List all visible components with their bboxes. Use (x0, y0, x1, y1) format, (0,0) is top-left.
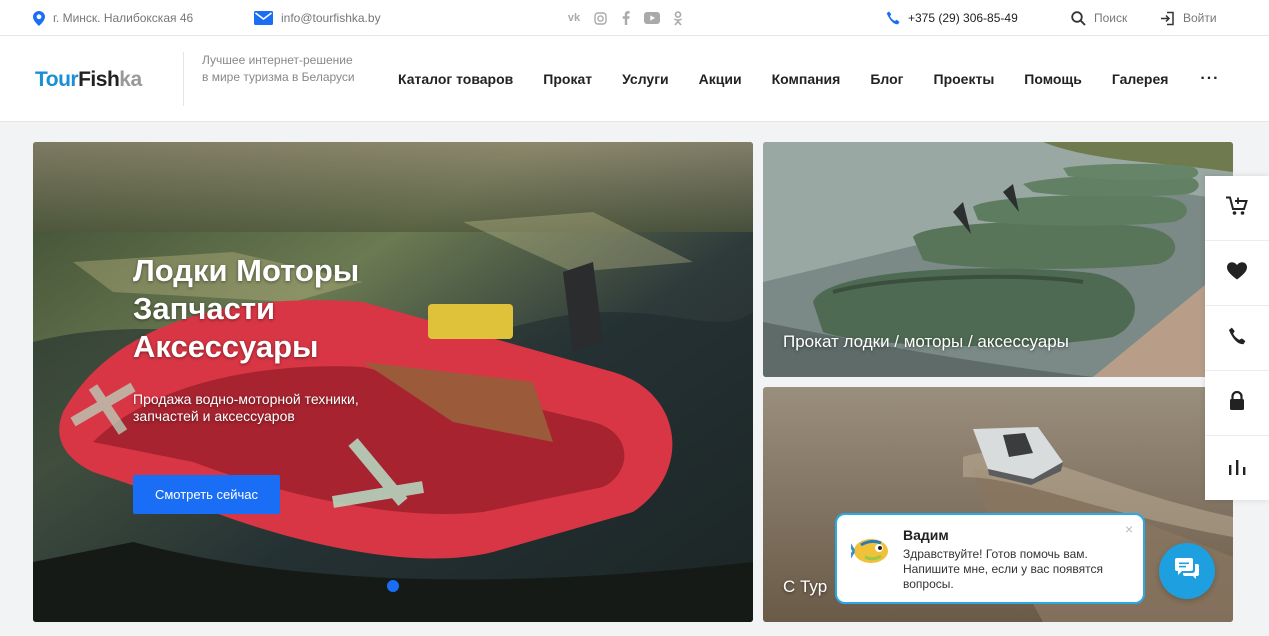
heart-icon (1227, 261, 1247, 285)
nav-company[interactable]: Компания (772, 71, 841, 87)
compare-button[interactable] (1205, 436, 1269, 501)
hero-title-line: Лодки Моторы (133, 253, 360, 288)
bar-chart-icon (1227, 457, 1247, 480)
social-links: vk (566, 0, 686, 36)
login-icon (1160, 11, 1175, 26)
slider-dot[interactable] (387, 580, 399, 592)
instagram-icon[interactable] (592, 10, 608, 26)
hero-title-line: Запчасти (133, 291, 276, 326)
logo-part-fish: Fish (78, 68, 120, 91)
odnoklassniki-icon[interactable] (670, 10, 686, 26)
chat-open-button[interactable] (1159, 543, 1215, 599)
address-text: г. Минск. Налибокская 46 (53, 11, 194, 25)
address[interactable]: г. Минск. Налибокская 46 (33, 0, 193, 36)
chat-avatar (847, 533, 891, 567)
tour-card-caption: С Тур (783, 577, 828, 596)
facebook-icon[interactable] (618, 10, 634, 26)
lock-icon (1229, 390, 1245, 416)
search-label: Поиск (1094, 11, 1128, 25)
youtube-icon[interactable] (644, 10, 660, 26)
nav-catalog[interactable]: Каталог товаров (398, 71, 513, 87)
login-label: Войти (1183, 11, 1217, 25)
nav-more-button[interactable]: ··· (1200, 70, 1219, 88)
top-bar: г. Минск. Налибокская 46 info@tourfishka… (0, 0, 1269, 36)
nav-gallery[interactable]: Галерея (1112, 71, 1169, 87)
hero-title-line: Аксессуары (133, 329, 319, 364)
nav-projects[interactable]: Проекты (934, 71, 995, 87)
chat-message: Здравствуйте! Готов помочь вам. Напишите… (903, 547, 1104, 591)
phone-link[interactable]: +375 (29) 306-85-49 (886, 0, 1018, 36)
header: TourFishka Лучшее интернет-решение в мир… (0, 36, 1269, 122)
chat-bubbles-icon (1174, 557, 1200, 585)
cart-icon (1226, 196, 1248, 221)
tagline: Лучшее интернет-решение в мире туризма в… (202, 53, 355, 84)
main-nav: Каталог товаров Прокат Услуги Акции Комп… (398, 36, 1219, 122)
chat-close-icon[interactable]: × (1125, 521, 1133, 537)
account-button[interactable] (1205, 371, 1269, 436)
logo[interactable]: TourFishka (35, 68, 142, 92)
phone-text: +375 (29) 306-85-49 (908, 11, 1018, 25)
nav-rental[interactable]: Прокат (543, 71, 592, 87)
side-panel (1205, 176, 1269, 500)
hero-title: Лодки Моторы Запчасти Аксессуары (133, 252, 359, 366)
call-button[interactable] (1205, 306, 1269, 371)
email-text: info@tourfishka.by (281, 11, 381, 25)
mail-icon (254, 11, 273, 25)
logo-part-ka: ka (119, 68, 142, 91)
login-button[interactable]: Войти (1160, 0, 1217, 36)
location-pin-icon (33, 10, 45, 26)
phone-icon (886, 11, 900, 25)
nav-promotions[interactable]: Акции (699, 71, 742, 87)
nav-blog[interactable]: Блог (870, 71, 903, 87)
rental-card-caption: Прокат лодки / моторы / аксессуары (783, 332, 1069, 351)
cart-button[interactable] (1205, 176, 1269, 241)
hero-boat-image (33, 142, 753, 622)
logo-part-tour: Tour (35, 68, 79, 91)
rental-card[interactable]: Прокат лодки / моторы / аксессуары (763, 142, 1233, 377)
hero-subtitle: Продажа водно-моторной техники, запчасте… (133, 391, 359, 424)
hero-slide[interactable]: Лодки Моторы Запчасти Аксессуары Продажа… (33, 142, 753, 622)
nav-help[interactable]: Помощь (1024, 71, 1082, 87)
chat-agent-name: Вадим (903, 527, 949, 543)
favorites-button[interactable] (1205, 241, 1269, 306)
chat-popup[interactable]: Вадим Здравствуйте! Готов помочь вам. На… (835, 513, 1145, 604)
search-icon (1071, 10, 1086, 26)
watch-now-button[interactable]: Смотреть сейчас (133, 475, 280, 514)
header-divider (183, 52, 184, 106)
nav-services[interactable]: Услуги (622, 71, 669, 87)
vk-icon[interactable]: vk (566, 10, 582, 26)
phone-icon (1228, 327, 1246, 350)
email-link[interactable]: info@tourfishka.by (254, 0, 381, 36)
search-button[interactable]: Поиск (1071, 0, 1127, 36)
